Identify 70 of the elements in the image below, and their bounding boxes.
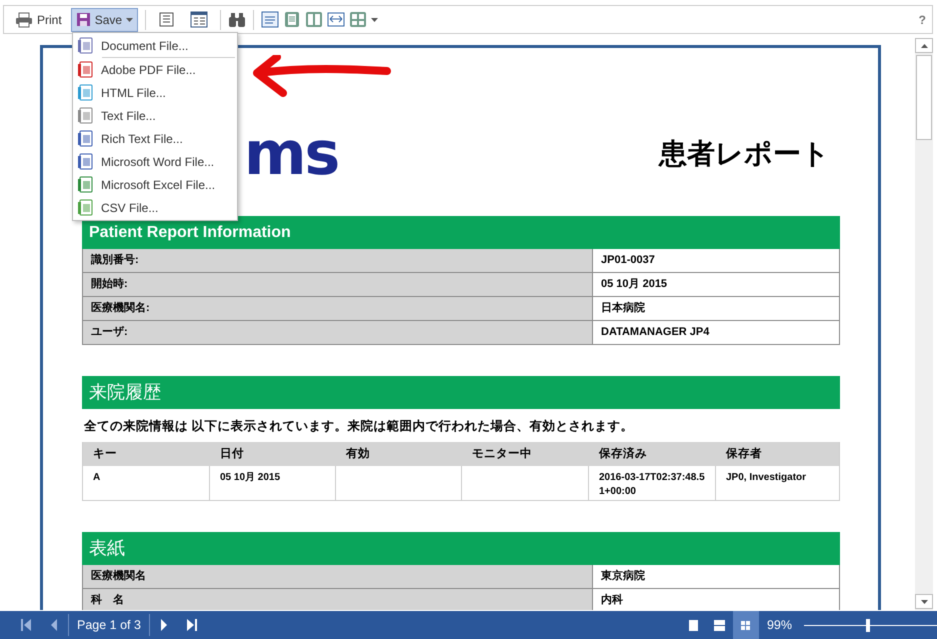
file-icon (77, 107, 93, 124)
single-page-icon[interactable] (261, 11, 280, 28)
grid-icon (739, 618, 752, 632)
field-label: 科 名 (83, 588, 593, 610)
caret-icon[interactable] (371, 18, 378, 22)
field-value: DATAMANAGER JP4 (593, 321, 839, 345)
table-view-icon[interactable] (190, 11, 208, 28)
multi-page-view-button[interactable] (732, 611, 759, 639)
fit-width-icon[interactable] (327, 11, 346, 28)
grid-icon[interactable] (349, 11, 368, 28)
menu-item[interactable]: Adobe PDF File... (73, 58, 237, 81)
printer-icon (15, 12, 33, 28)
logo: ms (244, 124, 338, 184)
field-value: 東京病院 (593, 564, 839, 589)
field-label: 識別番号: (83, 249, 593, 273)
field-label: 開始時: (83, 273, 593, 297)
column-header: キー (83, 442, 210, 466)
file-icon (77, 176, 93, 193)
section-header: Patient Report Information (82, 216, 840, 249)
report-title: 患者レポート (659, 137, 830, 171)
two-page-icon[interactable] (305, 11, 324, 28)
menu-item[interactable]: Microsoft Word File... (73, 150, 237, 173)
first-page-icon[interactable] (20, 618, 32, 632)
scroll-up-icon[interactable] (920, 44, 928, 48)
file-icon (77, 153, 93, 170)
field-value: JP01-0037 (593, 249, 839, 273)
menu-item[interactable]: Text File... (73, 104, 237, 127)
scroll-thumb[interactable] (916, 55, 932, 140)
page-indicator: Page 1 of 3 (76, 616, 142, 634)
file-icon (77, 199, 93, 216)
column-header: モニター中 (462, 442, 589, 466)
binoculars-icon[interactable] (228, 12, 246, 28)
file-icon (77, 130, 93, 147)
menu-item[interactable]: HTML File... (73, 81, 237, 104)
scrollbar[interactable] (915, 38, 933, 610)
field-value: 日本病院 (593, 297, 839, 321)
section-note: 全ての来院情報は 以下に表示されています。来院は範囲内で行われた場合、有効とされます。 (83, 418, 634, 435)
single-page-icon (687, 618, 700, 632)
last-page-icon[interactable] (186, 618, 198, 632)
file-icon (77, 61, 93, 78)
menu-item[interactable]: Rich Text File... (73, 127, 237, 150)
column-header: 保存者 (716, 442, 839, 466)
print-button[interactable]: Print (10, 8, 67, 32)
table-cell-text: JP0, Investigator (725, 470, 808, 485)
table-cell: A (83, 466, 210, 500)
slider-thumb[interactable] (866, 618, 870, 632)
scroll-down-icon[interactable] (920, 600, 928, 604)
menu-item[interactable]: Document File... (73, 34, 237, 57)
field-value: 05 10月 2015 (593, 273, 839, 297)
section-header: 来院履歴 (82, 376, 840, 409)
save-button[interactable]: Save (70, 8, 138, 32)
two-rows-icon (713, 618, 726, 632)
field-label: ユーザ: (83, 321, 593, 345)
field-label: 医療機関名 (83, 564, 593, 589)
help-button[interactable]: ? (918, 10, 926, 28)
column-header: 保存済み (589, 442, 716, 466)
section-header: 表紙 (82, 532, 840, 565)
menu-item[interactable]: CSV File... (73, 196, 237, 219)
zoom-level: 99% (766, 616, 793, 634)
menu-item[interactable]: Microsoft Excel File... (73, 173, 237, 196)
caret-icon (126, 18, 134, 22)
column-header: 日付 (210, 442, 336, 466)
field-label: 医療機関名: (83, 297, 593, 321)
page-icon[interactable] (283, 11, 302, 28)
file-icon (77, 37, 93, 54)
list-view-icon[interactable] (158, 11, 176, 28)
table-cell: 05 10月 2015 (210, 466, 336, 500)
table-cell: 2016-03-17T02:37:48.51+00:00 (589, 466, 716, 500)
column-header: 有効 (336, 442, 462, 466)
file-icon (77, 84, 93, 101)
